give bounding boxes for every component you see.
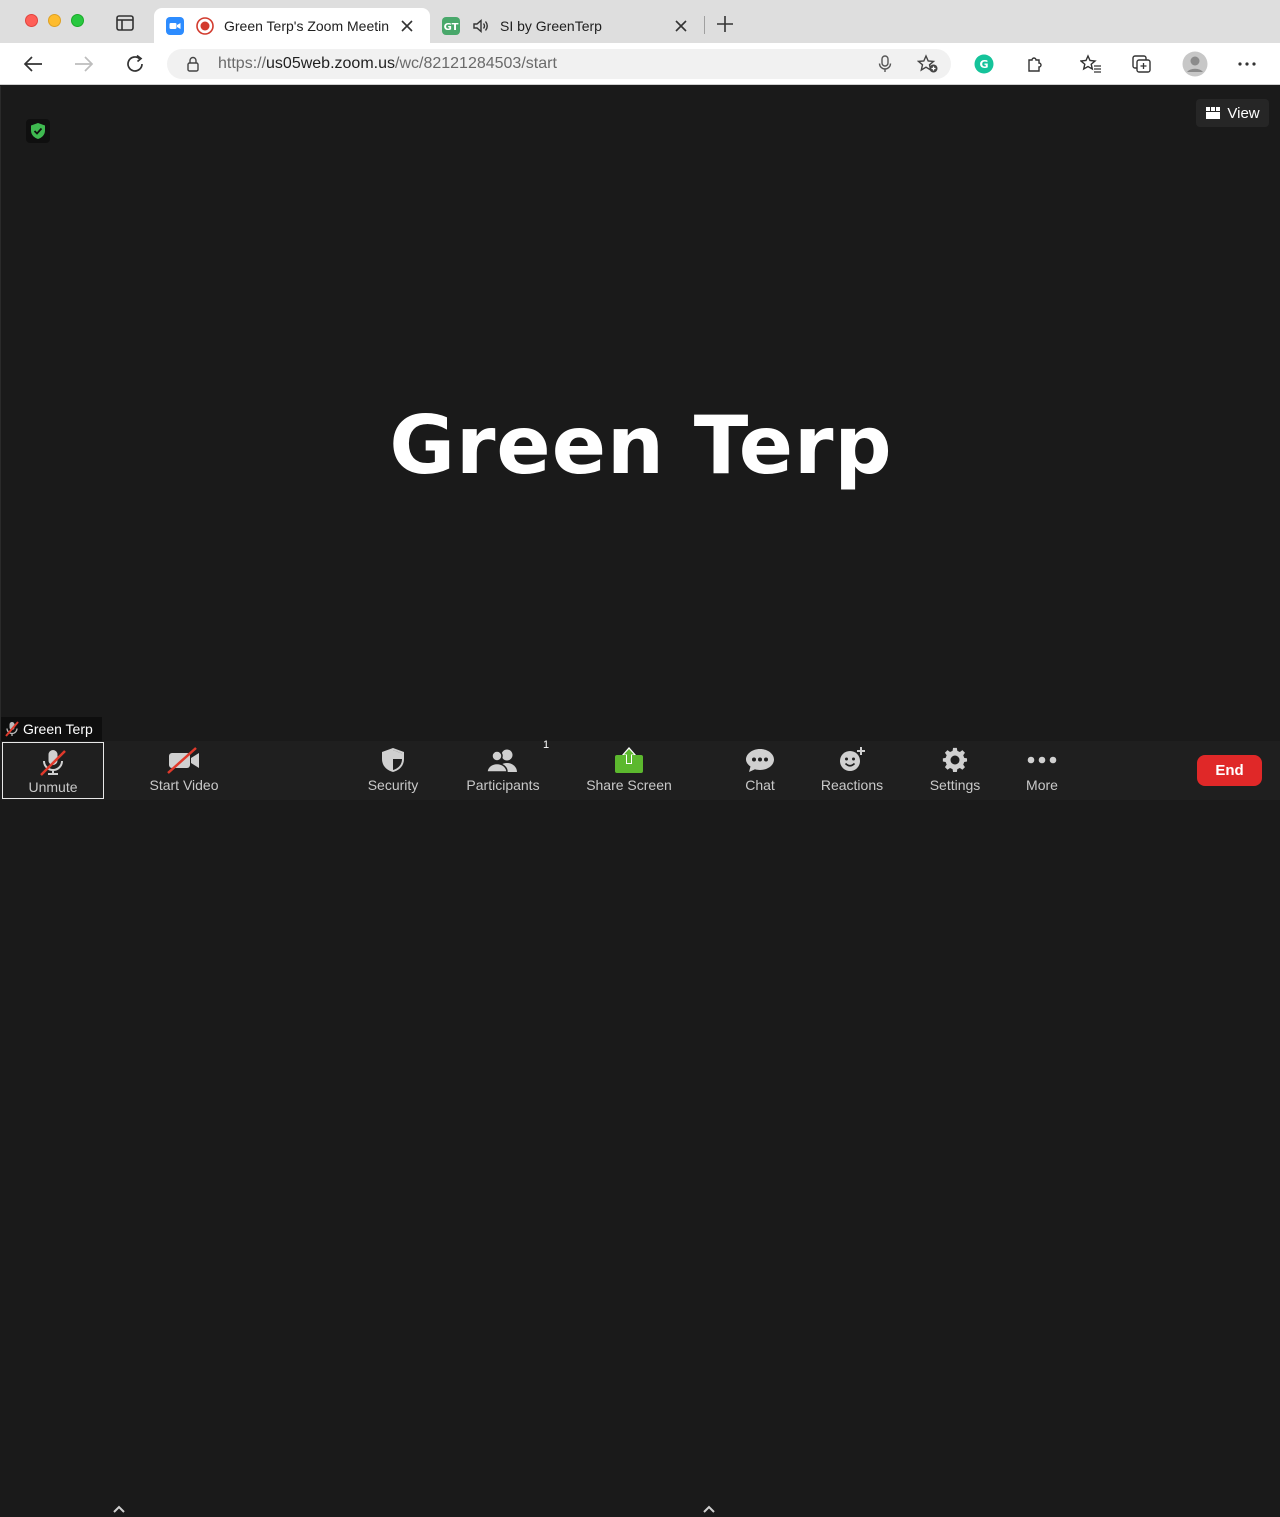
reload-icon[interactable] (123, 52, 147, 76)
security-shield-icon (380, 741, 406, 779)
share-options-chevron-up-icon[interactable] (701, 1501, 717, 1517)
url-scheme: https:// (218, 55, 267, 72)
tab-strip: Green Terp's Zoom Meetin GT SI by GreenT… (0, 0, 1280, 43)
forward-arrow-icon (72, 52, 96, 76)
tab-si-greenterp[interactable]: GT SI by GreenTerp (430, 8, 704, 43)
security-label: Security (367, 777, 419, 793)
profile-avatar-icon[interactable] (1181, 50, 1209, 78)
browser-toolbar: https://us05web.zoom.us/wc/82121284503/s… (0, 43, 1280, 85)
more-button[interactable]: More (1012, 741, 1072, 800)
favorites-icon[interactable] (1079, 52, 1103, 76)
chat-button[interactable]: Chat (730, 741, 790, 800)
more-label: More (1026, 777, 1058, 793)
muted-mic-icon (5, 721, 19, 737)
reactions-button[interactable]: Reactions (812, 741, 892, 800)
participants-button[interactable]: 1 Participants (460, 739, 549, 800)
tab-zoom-meeting[interactable]: Green Terp's Zoom Meetin (154, 8, 430, 43)
more-options-icon[interactable] (1235, 52, 1259, 76)
security-button[interactable]: Security (358, 741, 428, 800)
share-screen-icon (613, 741, 645, 779)
chat-bubble-icon (744, 741, 776, 779)
url-path: /wc/82121284503/start (395, 55, 557, 72)
extensions-puzzle-icon[interactable] (1023, 52, 1047, 76)
tab-actions-icon[interactable] (116, 15, 134, 31)
speaker-audio-icon[interactable] (472, 17, 490, 35)
view-button[interactable]: View (1196, 99, 1269, 127)
meeting-controls-bar: Unmute Start Video Security 1 Participan… (0, 739, 1280, 1513)
settings-button[interactable]: Settings (920, 741, 990, 800)
add-favorite-icon[interactable] (917, 54, 939, 74)
microphone-icon[interactable] (875, 54, 895, 74)
new-tab-icon[interactable] (714, 13, 736, 35)
participants-count: 1 (543, 739, 550, 751)
settings-gear-icon (941, 741, 969, 779)
reactions-label: Reactions (820, 777, 884, 793)
tab-title: SI by GreenTerp (500, 17, 602, 34)
end-meeting-button[interactable]: End (1197, 755, 1262, 786)
greenterp-favicon-icon: GT (442, 16, 460, 35)
close-window-button[interactable] (25, 14, 38, 27)
share-screen-label: Share Screen (586, 777, 672, 793)
participant-name-tag: Green Terp (1, 717, 102, 741)
start-video-button[interactable]: Start Video (140, 741, 228, 800)
tab-title: Green Terp's Zoom Meetin (224, 17, 390, 34)
url-host: us05web.zoom.us (266, 55, 395, 72)
close-tab-icon[interactable] (672, 17, 690, 35)
encryption-shield-icon[interactable] (26, 119, 50, 143)
chat-label: Chat (745, 777, 775, 793)
back-arrow-icon[interactable] (21, 52, 45, 76)
svg-text:GT: GT (444, 22, 459, 33)
view-label: View (1227, 104, 1260, 122)
tab-separator (704, 16, 705, 34)
minimize-window-button[interactable] (48, 14, 61, 27)
participant-display-name: Green Terp (389, 399, 893, 492)
settings-label: Settings (929, 777, 981, 793)
close-tab-icon[interactable] (398, 17, 416, 35)
zoom-favicon-icon (166, 16, 184, 35)
share-screen-button[interactable]: Share Screen (582, 741, 676, 800)
lock-icon[interactable] (185, 56, 201, 72)
url-text[interactable]: https://us05web.zoom.us/wc/82121284503/s… (218, 55, 557, 73)
reactions-smiley-icon (837, 741, 867, 779)
collections-icon[interactable] (1130, 52, 1154, 76)
recording-indicator-icon (196, 16, 214, 35)
start-video-label: Start Video (149, 777, 219, 793)
video-off-icon (166, 741, 202, 779)
address-bar[interactable]: https://us05web.zoom.us/wc/82121284503/s… (167, 49, 951, 79)
browser-window: Green Terp's Zoom Meetin GT SI by GreenT… (0, 0, 1280, 1513)
participants-label: Participants (466, 777, 540, 793)
participants-icon: 1 (485, 739, 549, 779)
grid-view-icon (1206, 107, 1221, 119)
unmute-label: Unmute (28, 779, 78, 795)
muted-microphone-icon (38, 743, 68, 781)
more-dots-icon (1026, 741, 1058, 779)
audio-options-chevron-up-icon[interactable] (111, 1501, 127, 1517)
meeting-video-area: View Green Terp Green Terp (0, 86, 1280, 741)
unmute-button[interactable]: Unmute (2, 742, 104, 799)
zoom-window-button[interactable] (71, 14, 84, 27)
name-tag-text: Green Terp (23, 721, 93, 737)
svg-text:G: G (979, 58, 988, 71)
grammarly-extension-icon[interactable]: G (972, 52, 996, 76)
